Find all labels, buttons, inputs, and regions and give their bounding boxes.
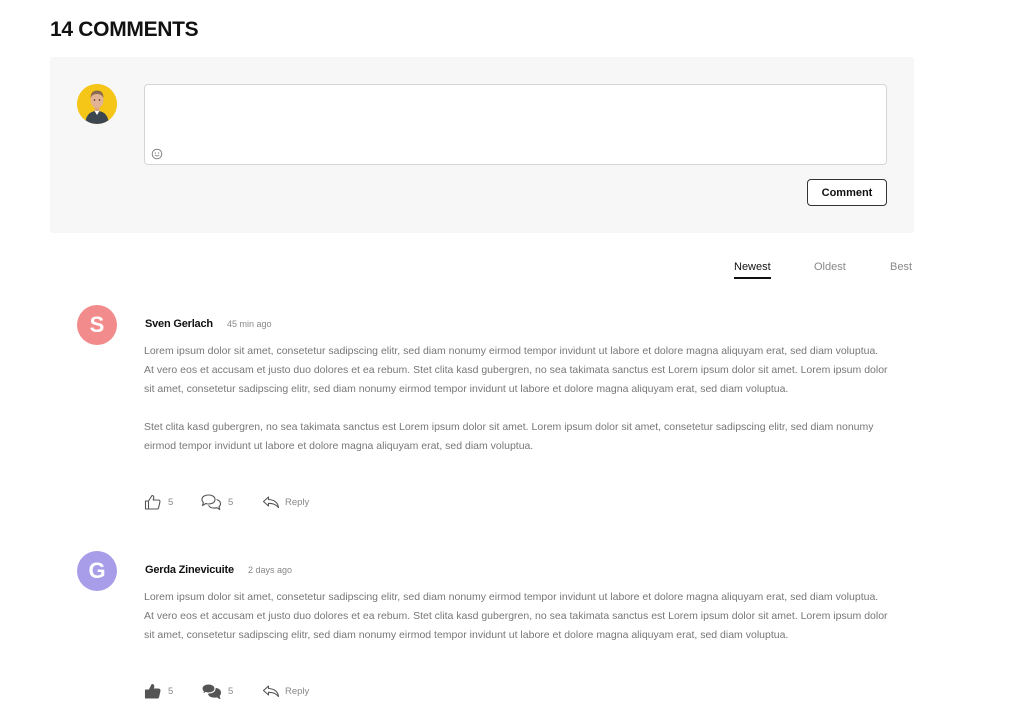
chat-bubbles-filled-icon bbox=[201, 683, 222, 700]
replies-count-button[interactable]: 5 bbox=[200, 682, 236, 700]
reply-arrow-icon bbox=[262, 496, 280, 509]
thumbs-up-outline-icon bbox=[144, 494, 161, 510]
comment-input[interactable] bbox=[145, 85, 886, 164]
comment-actions: 5 5 Reply bbox=[144, 682, 444, 700]
reply-label: Reply bbox=[285, 497, 310, 508]
like-button[interactable]: 5 bbox=[144, 682, 176, 700]
comment-timestamp: 45 min ago bbox=[227, 319, 272, 329]
tab-oldest[interactable]: Oldest bbox=[814, 261, 846, 277]
reply-count: 5 bbox=[228, 686, 234, 697]
comment-paragraph: Lorem ipsum dolor sit amet, consetetur s… bbox=[144, 591, 888, 641]
smiley-icon[interactable] bbox=[151, 147, 163, 160]
avatar: S bbox=[77, 305, 117, 345]
like-count: 5 bbox=[168, 686, 174, 697]
comment-composer: Comment bbox=[50, 57, 914, 233]
reply-arrow-icon bbox=[262, 685, 280, 698]
comments-heading: 14 COMMENTS bbox=[50, 18, 199, 41]
comment-textarea-box bbox=[144, 84, 887, 165]
sort-tabs: Newest Oldest Best bbox=[0, 261, 1015, 281]
comment-body: Lorem ipsum dolor sit amet, consetetur s… bbox=[144, 342, 889, 475]
tab-best[interactable]: Best bbox=[890, 261, 912, 277]
comment-paragraph: Stet clita kasd gubergren, no sea takima… bbox=[144, 421, 874, 452]
avatar: G bbox=[77, 551, 117, 591]
comment-timestamp: 2 days ago bbox=[248, 565, 293, 575]
comment-body: Lorem ipsum dolor sit amet, consetetur s… bbox=[144, 588, 889, 664]
reply-count: 5 bbox=[228, 497, 234, 508]
reply-button[interactable]: Reply bbox=[261, 682, 313, 700]
reply-button[interactable]: Reply bbox=[261, 493, 313, 511]
chat-bubbles-outline-icon bbox=[201, 494, 222, 511]
tab-newest[interactable]: Newest bbox=[734, 261, 771, 279]
replies-count-button[interactable]: 5 bbox=[200, 493, 236, 511]
reply-label: Reply bbox=[285, 686, 310, 697]
current-user-avatar bbox=[77, 84, 117, 124]
comment-actions: 5 5 Reply bbox=[144, 493, 444, 511]
thumbs-up-filled-icon bbox=[144, 683, 161, 699]
like-button[interactable]: 5 bbox=[144, 493, 176, 511]
comment-author[interactable]: Gerda Zinevicuite bbox=[145, 564, 234, 576]
comment-paragraph: Lorem ipsum dolor sit amet, consetetur s… bbox=[144, 345, 888, 395]
comment-author[interactable]: Sven Gerlach bbox=[145, 318, 213, 330]
like-count: 5 bbox=[168, 497, 174, 508]
comment-submit-button[interactable]: Comment bbox=[807, 179, 887, 206]
